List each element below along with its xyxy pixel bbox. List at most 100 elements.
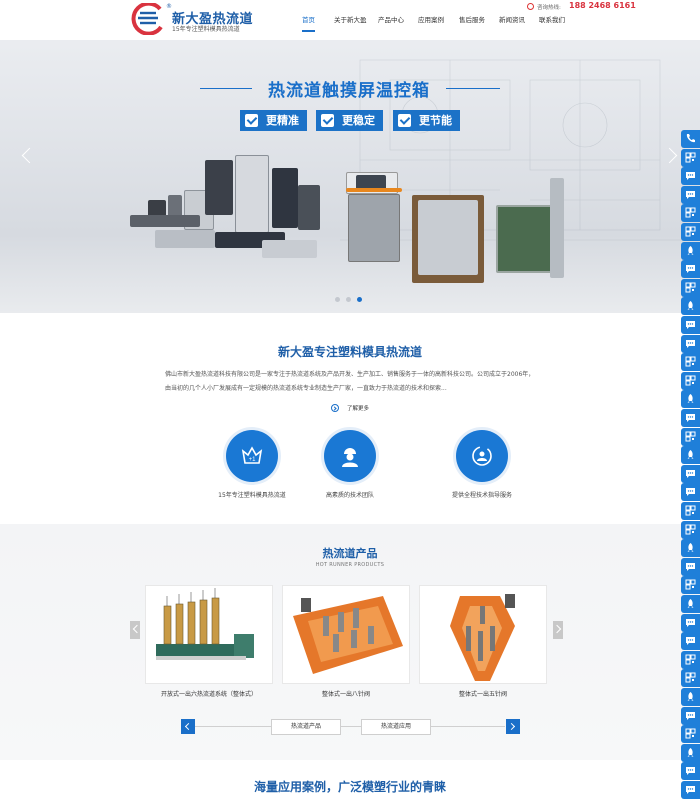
check-icon bbox=[398, 114, 411, 127]
chat-float-button[interactable] bbox=[681, 557, 700, 576]
chat-float-button[interactable] bbox=[681, 316, 700, 334]
check-icon bbox=[321, 114, 334, 127]
nav-products[interactable]: 产品中心 bbox=[378, 12, 404, 32]
engineer-icon bbox=[324, 430, 376, 482]
banner-dot[interactable] bbox=[346, 297, 351, 302]
touch-screen-controller-body bbox=[348, 194, 400, 262]
product-image bbox=[156, 588, 254, 660]
chat-float-button[interactable] bbox=[681, 409, 700, 427]
product-card[interactable] bbox=[282, 585, 410, 684]
controller-device bbox=[272, 168, 298, 228]
service-icon bbox=[456, 430, 508, 482]
chat-float-button[interactable] bbox=[681, 464, 700, 483]
nav-cases[interactable]: 应用案例 bbox=[418, 12, 444, 32]
hotline-number[interactable]: 188 2468 6161 bbox=[569, 1, 636, 10]
product-card[interactable] bbox=[145, 585, 273, 684]
crown-icon: +1 bbox=[226, 430, 278, 482]
feature-team: 高素质的技术团队 bbox=[288, 430, 408, 510]
banner-title: 热流道触摸屏温控箱 bbox=[268, 81, 430, 101]
controller-device bbox=[298, 185, 320, 230]
chat-float-button[interactable] bbox=[681, 185, 700, 204]
chat-float-button[interactable] bbox=[681, 632, 700, 651]
qr-float-button[interactable] bbox=[681, 204, 700, 223]
phone-icon bbox=[527, 3, 534, 10]
nav-contact[interactable]: 联系我们 bbox=[539, 12, 565, 32]
banner-tag-stable: 更稳定 bbox=[316, 110, 383, 131]
rocket-float-button[interactable] bbox=[681, 688, 700, 706]
tab-hot-runner-applications[interactable]: 热流道应用 bbox=[361, 719, 431, 735]
control-module-panel bbox=[418, 200, 478, 275]
nav-service[interactable]: 售后服务 bbox=[459, 12, 485, 32]
banner-tag-label: 更稳定 bbox=[342, 114, 375, 127]
banner-tag-precise: 更精准 bbox=[240, 110, 307, 131]
cases-title: 海量应用案例，广泛模塑行业的青睐 bbox=[253, 780, 446, 794]
banner-dot[interactable] bbox=[335, 297, 340, 302]
feature-label: 高素质的技术团队 bbox=[325, 492, 374, 499]
tab-hot-runner-products[interactable]: 热流道产品 bbox=[271, 719, 341, 735]
qr-float-button[interactable] bbox=[681, 520, 700, 539]
nav-home[interactable]: 首页 bbox=[302, 12, 315, 32]
nav-about[interactable]: 关于新大盈 bbox=[334, 12, 367, 32]
about-title: 新大盈专注塑料模具热流道 bbox=[277, 345, 422, 359]
product-card[interactable] bbox=[419, 585, 547, 684]
feature-service: 提供全程技术指导服务 bbox=[420, 430, 540, 510]
product-caption[interactable]: 整体式一出八针阀 bbox=[282, 689, 410, 698]
orange-trim bbox=[346, 188, 402, 192]
banner-pagination bbox=[335, 297, 365, 303]
qr-float-button[interactable] bbox=[681, 669, 700, 688]
nav-news[interactable]: 新闻资讯 bbox=[499, 12, 525, 32]
chat-float-button[interactable] bbox=[681, 334, 700, 353]
rocket-float-button[interactable] bbox=[681, 241, 700, 260]
chat-float-button[interactable] bbox=[681, 260, 700, 279]
rocket-float-button[interactable] bbox=[681, 390, 700, 409]
products-next-button[interactable] bbox=[553, 621, 563, 639]
product-image bbox=[450, 594, 515, 681]
product-caption[interactable]: 开放式一出六热流道系统（整体式） bbox=[145, 689, 273, 698]
controller-device bbox=[130, 215, 200, 227]
arrow-circle-icon bbox=[331, 404, 339, 412]
qr-float-button[interactable] bbox=[681, 576, 700, 595]
products-title: 热流道产品 bbox=[322, 547, 378, 560]
product-caption[interactable]: 整体式一出五针阀 bbox=[419, 689, 547, 698]
banner-prev-arrow[interactable] bbox=[20, 147, 32, 165]
chat-float-button[interactable] bbox=[681, 167, 700, 186]
qr-float-button[interactable] bbox=[681, 353, 700, 372]
rocket-float-button[interactable] bbox=[681, 539, 700, 558]
site-logo[interactable]: ® 新大盈热流道 15年专注塑料模具热流道 bbox=[130, 3, 270, 35]
phone-float-button[interactable] bbox=[681, 130, 700, 148]
rocket-float-button[interactable] bbox=[681, 297, 700, 316]
rocket-float-button[interactable] bbox=[681, 743, 700, 762]
controller-device bbox=[205, 160, 233, 215]
banner-dot-active[interactable] bbox=[357, 297, 362, 302]
product-image bbox=[293, 596, 403, 674]
tabs-next-button[interactable] bbox=[506, 719, 520, 734]
chat-float-button[interactable] bbox=[681, 483, 700, 502]
products-prev-button[interactable] bbox=[130, 621, 140, 639]
rocket-float-button[interactable] bbox=[681, 595, 700, 613]
rocket-float-button[interactable] bbox=[681, 446, 700, 465]
logo-slogan: 15年专注塑料模具热流道 bbox=[172, 26, 240, 33]
qr-float-button[interactable] bbox=[681, 502, 700, 520]
products-subtitle: HOT RUNNER PRODUCTS bbox=[315, 562, 385, 568]
tabs-divider bbox=[195, 726, 505, 727]
banner-next-arrow[interactable] bbox=[666, 147, 678, 165]
chat-float-button[interactable] bbox=[681, 613, 700, 632]
feature-label: 提供全程技术指导服务 bbox=[451, 492, 512, 499]
hero-banner: 热流道触摸屏温控箱 更精准 更稳定 更节能 bbox=[0, 0, 700, 313]
qr-float-button[interactable] bbox=[681, 725, 700, 744]
qr-float-button[interactable] bbox=[681, 427, 700, 446]
svg-text:+1: +1 bbox=[249, 457, 257, 463]
qr-float-button[interactable] bbox=[681, 371, 700, 390]
chat-float-button[interactable] bbox=[681, 706, 700, 725]
tabs-prev-button[interactable] bbox=[181, 719, 195, 734]
qr-float-button[interactable] bbox=[681, 148, 700, 167]
hotline-label: 咨询热线: bbox=[537, 5, 561, 11]
qr-float-button[interactable] bbox=[681, 650, 700, 669]
title-line-left bbox=[200, 88, 252, 89]
chat-float-button[interactable] bbox=[681, 762, 700, 781]
chat-float-button[interactable] bbox=[681, 781, 700, 799]
qr-float-button[interactable] bbox=[681, 278, 700, 297]
qr-float-button[interactable] bbox=[681, 223, 700, 241]
logo-mark-icon bbox=[131, 3, 163, 35]
controller-device bbox=[262, 240, 317, 258]
